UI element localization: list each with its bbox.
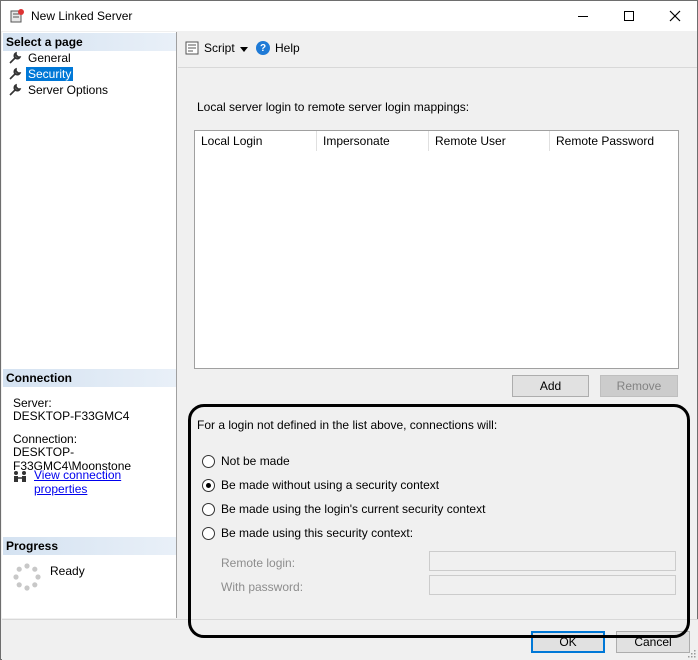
page-item-label: Server Options [28,83,109,97]
script-label: Script [204,41,235,55]
option-not-be-made[interactable]: Not be made [202,454,290,468]
toolbar: Script ? Help [178,32,697,68]
radio-button[interactable] [202,526,215,540]
login-mapping-grid[interactable]: Local Login Impersonate Remote User Remo… [194,130,679,369]
column-header-impersonate[interactable]: Impersonate [317,131,429,151]
option-label: Not be made [221,454,290,468]
connection-properties-icon [14,471,26,482]
remote-login-label: Remote login: [221,556,296,570]
help-button[interactable]: ? Help [256,41,300,55]
maximize-icon [624,11,634,21]
page-item-general[interactable]: General [8,50,73,66]
security-page: Local server login to remote server logi… [178,69,697,618]
script-icon [185,41,199,55]
help-label: Help [275,41,300,55]
wrench-icon [9,67,22,80]
wrench-icon [9,83,22,96]
left-pane: Select a page General Security Server Op… [2,32,177,618]
connection-header: Connection [3,369,176,387]
mapping-label: Local server login to remote server logi… [197,100,470,114]
radio-button-selected[interactable] [202,478,215,492]
page-item-security[interactable]: Security [8,66,74,82]
page-item-label: General [28,51,71,65]
column-header-remote-password[interactable]: Remote Password [550,131,678,151]
radio-button[interactable] [202,454,215,468]
option-without-security-context[interactable]: Be made without using a security context [202,478,439,492]
view-connection-properties-link[interactable]: View connection properties [34,468,176,496]
database-server-icon [10,9,24,23]
progress-status: Ready [50,564,85,578]
connection-label: Connection: [13,432,78,446]
add-button[interactable]: Add [512,375,589,397]
column-header-remote-user[interactable]: Remote User [429,131,550,151]
option-label: Be made without using a security context [221,478,440,492]
server-value: DESKTOP-F33GMC4 [13,409,130,423]
remove-button[interactable]: Remove [600,375,678,397]
close-icon [669,10,681,22]
progress-header: Progress [3,537,176,555]
page-item-server-options[interactable]: Server Options [8,82,110,98]
column-header-local-login[interactable]: Local Login [195,131,317,151]
server-label: Server: [13,396,52,410]
with-password-input[interactable] [429,575,676,595]
resize-grip-icon[interactable] [686,648,696,658]
cancel-button[interactable]: Cancel [616,631,690,653]
progress-spinner-icon [13,563,41,591]
default-connection-label: For a login not defined in the list abov… [197,418,498,432]
close-button[interactable] [652,1,698,31]
remote-login-input[interactable] [429,551,676,571]
title-bar: New Linked Server [1,1,697,31]
option-label: Be made using the login's current securi… [221,502,486,516]
window-title: New Linked Server [31,9,133,23]
dialog-window: New Linked Server Select a page General … [0,0,698,660]
select-page-header: Select a page [3,33,176,51]
option-login-current-context[interactable]: Be made using the login's current securi… [202,502,485,516]
minimize-button[interactable] [560,1,606,31]
maximize-button[interactable] [606,1,652,31]
script-button[interactable]: Script [185,41,235,55]
wrench-icon [9,51,22,64]
option-this-security-context[interactable]: Be made using this security context: [202,526,413,540]
page-item-label: Security [26,67,74,81]
with-password-label: With password: [221,580,304,594]
help-icon: ? [256,41,270,55]
option-label: Be made using this security context: [221,526,414,540]
script-dropdown-icon[interactable] [240,47,248,52]
ok-button[interactable]: OK [531,631,605,653]
dialog-footer: OK Cancel [2,619,698,660]
grid-header: Local Login Impersonate Remote User Remo… [195,131,678,151]
minimize-icon [578,15,588,17]
radio-button[interactable] [202,502,215,516]
